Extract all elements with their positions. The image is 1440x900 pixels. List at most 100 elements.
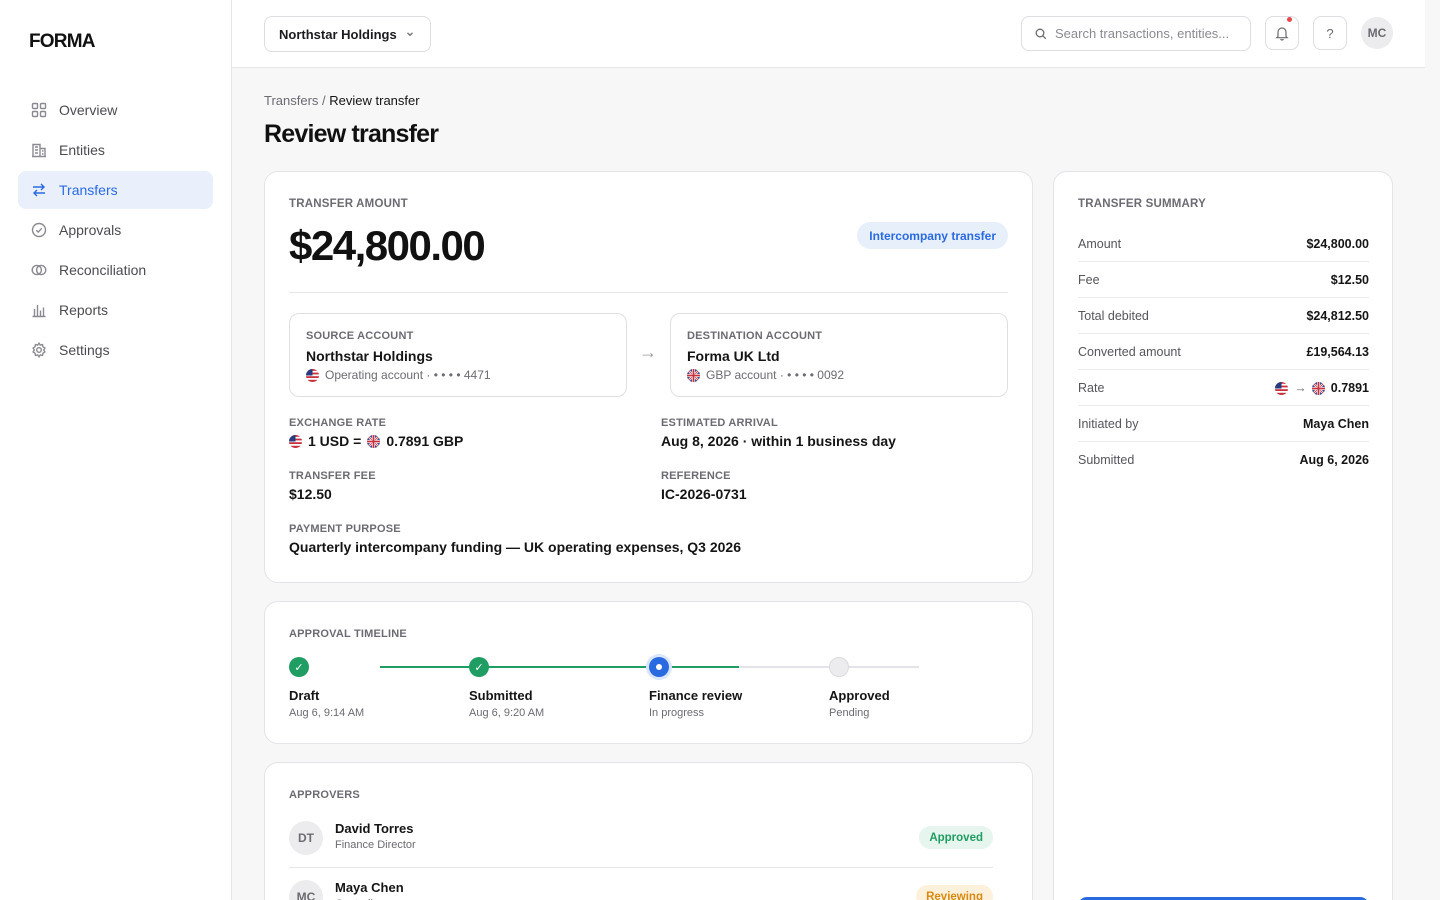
building-icon bbox=[31, 142, 47, 158]
summary-row-fee: Fee $12.50 bbox=[1078, 262, 1369, 298]
summary-key: Total debited bbox=[1078, 309, 1149, 323]
exchange-rate-to: 0.7891 GBP bbox=[386, 433, 464, 449]
us-flag-icon bbox=[1275, 381, 1289, 395]
search-box[interactable] bbox=[1021, 16, 1251, 51]
timeline-step-subtitle: Aug 6, 9:20 AM bbox=[469, 707, 545, 719]
source-account-label: Source account bbox=[306, 330, 414, 342]
timeline-step-current-icon bbox=[649, 657, 669, 677]
source-account-box: Source account Northstar Holdings Operat… bbox=[289, 313, 627, 397]
sidebar-item-overview[interactable]: Overview bbox=[18, 91, 213, 129]
org-switcher-label: Northstar Holdings bbox=[279, 26, 397, 42]
estimated-arrival-field: Estimated arrival Aug 8, 2026 · within 1… bbox=[661, 417, 896, 449]
sidebar-nav: Overview Entities Transfers Approvals Re… bbox=[18, 91, 213, 371]
app-logo[interactable]: FORMA bbox=[29, 31, 95, 53]
sidebar-item-label: Entities bbox=[59, 142, 105, 158]
rings-icon bbox=[31, 262, 47, 278]
timeline-step-subtitle: Pending bbox=[829, 707, 870, 719]
arrow-right-icon: → bbox=[1294, 381, 1307, 395]
summary-key: Submitted bbox=[1078, 453, 1135, 467]
timeline-step-subtitle: In progress bbox=[649, 707, 705, 719]
help-button[interactable]: ? bbox=[1313, 16, 1347, 50]
summary-value: 0.7891 bbox=[1330, 381, 1369, 395]
approvers-card: Approvers DT David Torres Finance Direct… bbox=[264, 762, 1033, 900]
timeline-step-complete-icon: ✓ bbox=[289, 657, 309, 677]
summary-value: $24,800.00 bbox=[1306, 237, 1369, 251]
summary-row-total: Total debited $24,812.50 bbox=[1078, 298, 1369, 334]
summary-key: Fee bbox=[1078, 273, 1100, 287]
sidebar-item-entities[interactable]: Entities bbox=[18, 131, 213, 169]
check-circle-icon bbox=[31, 222, 47, 238]
notifications-button[interactable] bbox=[1265, 16, 1299, 50]
summary-row-rate: Rate → 0.7891 bbox=[1078, 370, 1369, 406]
timeline-track-done bbox=[380, 666, 739, 668]
exchange-rate-from: 1 USD = bbox=[308, 433, 362, 449]
reference-field: Reference IC-2026-0731 bbox=[661, 470, 747, 502]
user-avatar[interactable]: MC bbox=[1361, 17, 1393, 49]
transfer-details-card: Transfer amount $24,800.00 Intercompany … bbox=[264, 171, 1033, 583]
sidebar-item-approvals[interactable]: Approvals bbox=[18, 211, 213, 249]
timeline-step-pending-icon bbox=[829, 657, 849, 677]
approver-name: Maya Chen bbox=[335, 880, 404, 895]
reference-label: Reference bbox=[661, 470, 731, 482]
breadcrumb-separator: / bbox=[318, 93, 330, 108]
uk-flag-icon bbox=[1311, 381, 1325, 395]
divider bbox=[289, 867, 993, 868]
sidebar-item-label: Transfers bbox=[59, 182, 118, 198]
breadcrumb-current: Review transfer bbox=[329, 93, 420, 108]
approval-timeline-card: Approval timeline ✓ Draft Aug 6, 9:14 AM… bbox=[264, 601, 1033, 744]
sidebar-item-label: Reports bbox=[59, 302, 109, 318]
sidebar-item-label: Reconciliation bbox=[59, 262, 147, 278]
topbar: Northstar Holdings ? MC bbox=[232, 0, 1425, 68]
summary-label: Transfer summary bbox=[1078, 198, 1206, 210]
sidebar-item-reports[interactable]: Reports bbox=[18, 291, 213, 329]
payment-purpose-label: Payment purpose bbox=[289, 523, 401, 535]
transfer-summary-card: Transfer summary Amount $24,800.00 Fee $… bbox=[1053, 171, 1393, 900]
summary-value: $12.50 bbox=[1330, 273, 1369, 287]
chevron-down-icon bbox=[407, 32, 413, 37]
sidebar-item-reconciliation[interactable]: Reconciliation bbox=[18, 251, 213, 289]
search-icon bbox=[1035, 28, 1047, 39]
breadcrumb-parent[interactable]: Transfers bbox=[264, 93, 318, 108]
timeline-step-complete-icon: ✓ bbox=[469, 657, 489, 677]
sidebar-item-settings[interactable]: Settings bbox=[18, 331, 213, 369]
transfer-amount: $24,800.00 bbox=[289, 222, 486, 269]
us-flag-icon bbox=[289, 434, 302, 448]
search-input[interactable] bbox=[1055, 26, 1235, 41]
destination-account-name: Forma UK Ltd bbox=[687, 348, 780, 364]
destination-account-label: Destination account bbox=[687, 330, 823, 342]
gear-icon bbox=[31, 342, 47, 358]
help-icon: ? bbox=[1326, 25, 1334, 41]
exchange-rate-field: Exchange rate 1 USD = 0.7891 GBP bbox=[289, 417, 463, 449]
uk-flag-icon bbox=[367, 434, 381, 448]
timeline-step-title: Finance review bbox=[649, 688, 743, 703]
transfer-arrows-icon bbox=[31, 182, 47, 198]
source-account-name: Northstar Holdings bbox=[306, 348, 433, 364]
approver-avatar: MC bbox=[289, 880, 323, 900]
estimated-arrival-label: Estimated arrival bbox=[661, 417, 778, 429]
approver-role: Finance Director bbox=[335, 839, 416, 851]
status-badge: Approved bbox=[919, 826, 993, 849]
summary-row-initiated-by: Initiated by Maya Chen bbox=[1078, 406, 1369, 442]
summary-key: Amount bbox=[1078, 237, 1122, 251]
us-flag-icon bbox=[306, 368, 319, 382]
page-title: Review transfer bbox=[264, 120, 439, 148]
sidebar-item-transfers[interactable]: Transfers bbox=[18, 171, 213, 209]
summary-row-amount: Amount $24,800.00 bbox=[1078, 226, 1369, 262]
payment-purpose-value: Quarterly intercompany funding — UK oper… bbox=[289, 539, 742, 555]
transfer-fee-field: Transfer fee $12.50 bbox=[289, 470, 376, 502]
org-switcher[interactable]: Northstar Holdings bbox=[264, 16, 431, 52]
exchange-rate-value: 1 USD = 0.7891 GBP bbox=[289, 433, 463, 449]
exchange-rate-label: Exchange rate bbox=[289, 417, 387, 429]
timeline-label: Approval timeline bbox=[289, 628, 407, 640]
summary-key: Converted amount bbox=[1078, 345, 1181, 359]
summary-rate-value: → 0.7891 bbox=[1275, 381, 1369, 395]
approvers-label: Approvers bbox=[289, 789, 360, 801]
approver-row: DT David Torres Finance Director Approve… bbox=[289, 821, 993, 880]
reference-value: IC-2026-0731 bbox=[661, 486, 747, 502]
approver-row: MC Maya Chen Controller Reviewing bbox=[289, 880, 993, 900]
transfer-fee-label: Transfer fee bbox=[289, 470, 376, 482]
payment-purpose-field: Payment purpose Quarterly intercompany f… bbox=[289, 523, 741, 555]
sidebar-item-label: Settings bbox=[59, 342, 110, 358]
destination-account-detail-row: GBP account · • • • • 0092 bbox=[687, 368, 844, 382]
uk-flag-icon bbox=[687, 368, 700, 382]
